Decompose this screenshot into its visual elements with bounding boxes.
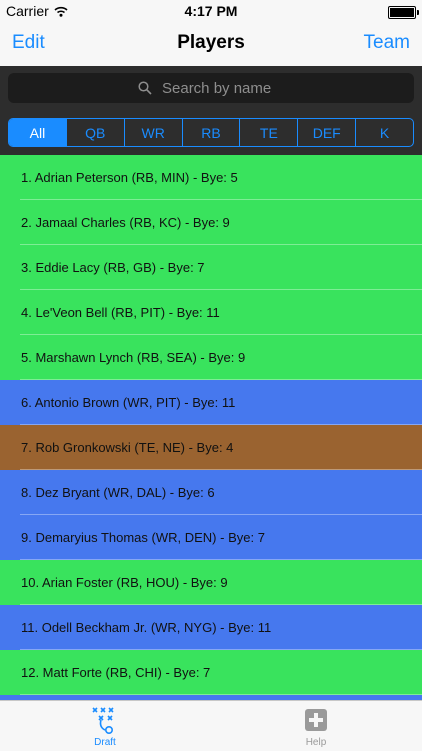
player-label: 6. Antonio Brown (WR, PIT) - Bye: 11 xyxy=(21,395,236,410)
filter-def[interactable]: DEF xyxy=(297,119,355,146)
player-row[interactable]: 3. Eddie Lacy (RB, GB) - Bye: 7 xyxy=(0,245,422,290)
tab-help[interactable]: Help xyxy=(276,701,356,751)
player-label: 11. Odell Beckham Jr. (WR, NYG) - Bye: 1… xyxy=(21,620,272,635)
player-label: 12. Matt Forte (RB, CHI) - Bye: 7 xyxy=(21,665,211,680)
plus-box-icon xyxy=(305,709,327,731)
player-row[interactable]: 9. Demaryius Thomas (WR, DEN) - Bye: 7 xyxy=(0,515,422,560)
player-row[interactable]: 2. Jamaal Charles (RB, KC) - Bye: 9 xyxy=(0,200,422,245)
filter-qb[interactable]: QB xyxy=(65,119,124,146)
player-row[interactable]: 8. Dez Bryant (WR, DAL) - Bye: 6 xyxy=(0,470,422,515)
player-label: 9. Demaryius Thomas (WR, DEN) - Bye: 7 xyxy=(21,530,265,545)
search-icon xyxy=(138,81,152,95)
status-time: 4:17 PM xyxy=(184,3,238,19)
playbook-icon xyxy=(92,707,114,734)
filter-wr[interactable]: WR xyxy=(123,119,182,146)
search-input[interactable] xyxy=(160,78,284,98)
search-bar[interactable] xyxy=(8,73,414,103)
search-filter-area: All QB WR RB TE DEF K xyxy=(0,66,422,155)
player-row[interactable]: 7. Rob Gronkowski (TE, NE) - Bye: 4 xyxy=(0,425,422,470)
player-label: 4. Le'Veon Bell (RB, PIT) - Bye: 11 xyxy=(21,305,220,320)
tab-bar: Draft Help xyxy=(0,700,422,750)
filter-rb[interactable]: RB xyxy=(181,119,240,146)
tab-help-label: Help xyxy=(305,737,327,748)
player-row[interactable]: 4. Le'Veon Bell (RB, PIT) - Bye: 11 xyxy=(0,290,422,335)
player-list: 1. Adrian Peterson (RB, MIN) - Bye: 5 2.… xyxy=(0,155,422,700)
filter-k[interactable]: K xyxy=(355,119,413,146)
tab-draft[interactable]: Draft xyxy=(65,701,145,751)
player-row[interactable]: 12. Matt Forte (RB, CHI) - Bye: 7 xyxy=(0,650,422,695)
player-label: 2. Jamaal Charles (RB, KC) - Bye: 9 xyxy=(21,215,230,230)
navigation-bar: Edit Players Team xyxy=(0,22,422,66)
player-label: 1. Adrian Peterson (RB, MIN) - Bye: 5 xyxy=(21,170,238,185)
player-row[interactable]: 10. Arian Foster (RB, HOU) - Bye: 9 xyxy=(0,560,422,605)
player-label: 10. Arian Foster (RB, HOU) - Bye: 9 xyxy=(21,575,228,590)
tab-draft-label: Draft xyxy=(94,737,116,748)
status-bar: Carrier 4:17 PM xyxy=(0,0,422,22)
filter-all[interactable]: All xyxy=(9,119,66,146)
position-filter: All QB WR RB TE DEF K xyxy=(8,118,414,147)
team-button[interactable]: Team xyxy=(364,32,410,54)
player-row[interactable]: 11. Odell Beckham Jr. (WR, NYG) - Bye: 1… xyxy=(0,605,422,650)
player-label: 8. Dez Bryant (WR, DAL) - Bye: 6 xyxy=(21,485,215,500)
player-row[interactable]: 5. Marshawn Lynch (RB, SEA) - Bye: 9 xyxy=(0,335,422,380)
player-label: 3. Eddie Lacy (RB, GB) - Bye: 7 xyxy=(21,260,205,275)
battery-icon xyxy=(388,6,419,19)
player-label: 5. Marshawn Lynch (RB, SEA) - Bye: 9 xyxy=(21,350,246,365)
filter-te[interactable]: TE xyxy=(239,119,297,146)
page-title: Players xyxy=(177,32,245,53)
player-label: 7. Rob Gronkowski (TE, NE) - Bye: 4 xyxy=(21,440,234,455)
player-row[interactable]: 6. Antonio Brown (WR, PIT) - Bye: 11 xyxy=(0,380,422,425)
player-row[interactable]: 1. Adrian Peterson (RB, MIN) - Bye: 5 xyxy=(0,155,422,200)
